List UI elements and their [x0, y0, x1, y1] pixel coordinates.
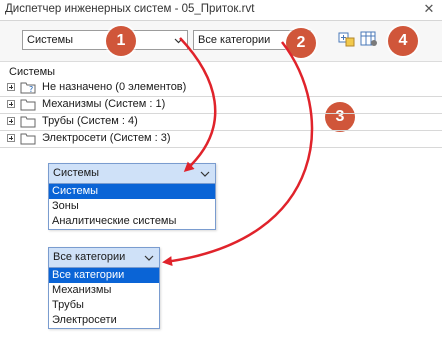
- tree-row-label: Трубы (Систем : 4): [42, 115, 138, 127]
- systems-tree: Системы ? Не назначено (0 элементов) Мех…: [0, 62, 442, 152]
- callout-badge-1: 1: [106, 26, 136, 56]
- chevron-down-icon: [174, 38, 183, 44]
- dropdown-option[interactable]: Аналитические системы: [49, 214, 215, 229]
- svg-text:?: ?: [29, 85, 33, 94]
- unassigned-folder-icon: ?: [20, 82, 36, 94]
- dropdown-option[interactable]: Трубы: [49, 298, 159, 313]
- dropdown-option[interactable]: Системы: [49, 184, 215, 199]
- categories-dropdown-selected: Все категории: [53, 251, 126, 263]
- window-titlebar: Диспетчер инженерных систем - 05_Приток.…: [0, 0, 442, 21]
- dropdown-option[interactable]: Механизмы: [49, 283, 159, 298]
- expand-icon[interactable]: [7, 117, 15, 125]
- systems-dropdown[interactable]: Системы Системы Зоны Аналитические систе…: [48, 163, 216, 230]
- callout-badge-2: 2: [286, 28, 316, 58]
- tree-row[interactable]: Электросети (Систем : 3): [0, 130, 442, 148]
- expand-icon[interactable]: [7, 83, 15, 91]
- tree-row-label: Электросети (Систем : 3): [42, 132, 171, 144]
- tree-row-label: Не назначено (0 элементов): [42, 81, 187, 93]
- systems-combobox-value: Системы: [27, 34, 74, 46]
- systems-view-combobox[interactable]: Системы: [22, 30, 188, 50]
- chevron-down-icon: [200, 171, 210, 177]
- toolbar: Системы Все категории: [0, 21, 442, 62]
- systems-dropdown-selected: Системы: [53, 167, 100, 179]
- expand-icon[interactable]: [7, 134, 15, 142]
- callout-badge-4: 4: [388, 26, 418, 56]
- tree-row[interactable]: Трубы (Систем : 4): [0, 113, 442, 131]
- tree-row-label: Механизмы (Систем : 1): [42, 98, 166, 110]
- window-title: Диспетчер инженерных систем - 05_Приток.…: [5, 3, 255, 15]
- folder-icon: [20, 133, 36, 145]
- dropdown-option[interactable]: Электросети: [49, 313, 159, 328]
- tree-column-header: Системы: [9, 66, 56, 78]
- chevron-down-icon: [144, 255, 154, 261]
- systems-dropdown-header[interactable]: Системы: [49, 164, 215, 184]
- categories-dropdown[interactable]: Все категории Все категории Механизмы Тр…: [48, 247, 160, 329]
- dropdown-option[interactable]: Все категории: [49, 268, 159, 283]
- column-settings-icon[interactable]: [360, 30, 378, 48]
- dropdown-option[interactable]: Зоны: [49, 199, 215, 214]
- tree-row[interactable]: ? Не назначено (0 элементов): [0, 79, 442, 97]
- categories-dropdown-header[interactable]: Все категории: [49, 248, 159, 268]
- close-icon[interactable]: ✕: [422, 2, 436, 16]
- tree-row[interactable]: Механизмы (Систем : 1): [0, 96, 442, 114]
- expand-tree-icon[interactable]: [338, 30, 356, 48]
- folder-icon: [20, 116, 36, 128]
- category-combobox-value: Все категории: [198, 34, 271, 46]
- folder-icon: [20, 99, 36, 111]
- expand-icon[interactable]: [7, 100, 15, 108]
